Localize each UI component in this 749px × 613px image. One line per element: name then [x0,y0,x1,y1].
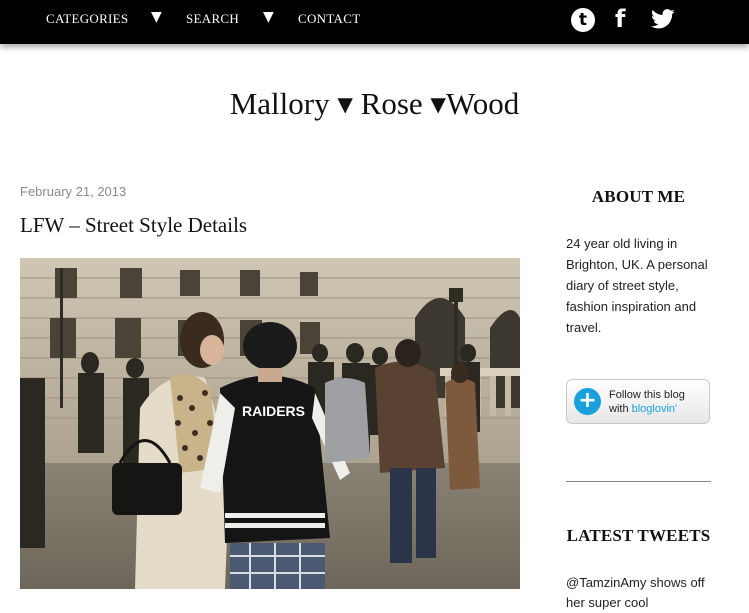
post-photo[interactable]: RAIDERS [20,258,520,589]
about-me-heading: ABOUT ME [591,187,686,206]
tumblr-icon[interactable]: t [571,8,595,32]
site-title[interactable]: Mallory ▾ Rose ▾Wood [0,86,749,122]
top-navigation-bar: CATEGORIES ▼ SEARCH ▼ CONTACT t f [0,0,749,44]
twitter-icon[interactable] [651,9,675,34]
raiders-jacket-text: RAIDERS [242,403,305,419]
street-style-photo: RAIDERS [20,258,520,589]
facebook-icon[interactable]: f [615,5,625,33]
post-title[interactable]: LFW – Street Style Details [20,213,247,238]
bloglovin-line2: with bloglovin' [609,403,677,415]
bloglovin-prefix: with [609,403,632,415]
bloglovin-line1: Follow this blog [609,389,685,401]
nav-categories[interactable]: CATEGORIES [46,11,128,27]
search-dropdown-arrow-icon[interactable]: ▼ [263,9,274,25]
latest-tweets-heading: LATEST TWEETS [566,526,711,545]
bloglovin-brand: bloglovin' [631,403,678,415]
post-date: February 21, 2013 [20,184,127,199]
nav-search[interactable]: SEARCH [186,11,239,27]
about-me-text: 24 year old living in Brighton, UK. A pe… [566,236,708,335]
nav-contact[interactable]: CONTACT [298,11,360,27]
bloglovin-follow-button[interactable]: + Follow this blog with bloglovin' [566,379,710,424]
plus-icon: + [574,388,601,415]
categories-dropdown-arrow-icon[interactable]: ▼ [151,9,162,25]
tweet-text[interactable]: @TamzinAmy shows off her super cool [566,573,716,613]
sidebar-divider [566,481,711,482]
